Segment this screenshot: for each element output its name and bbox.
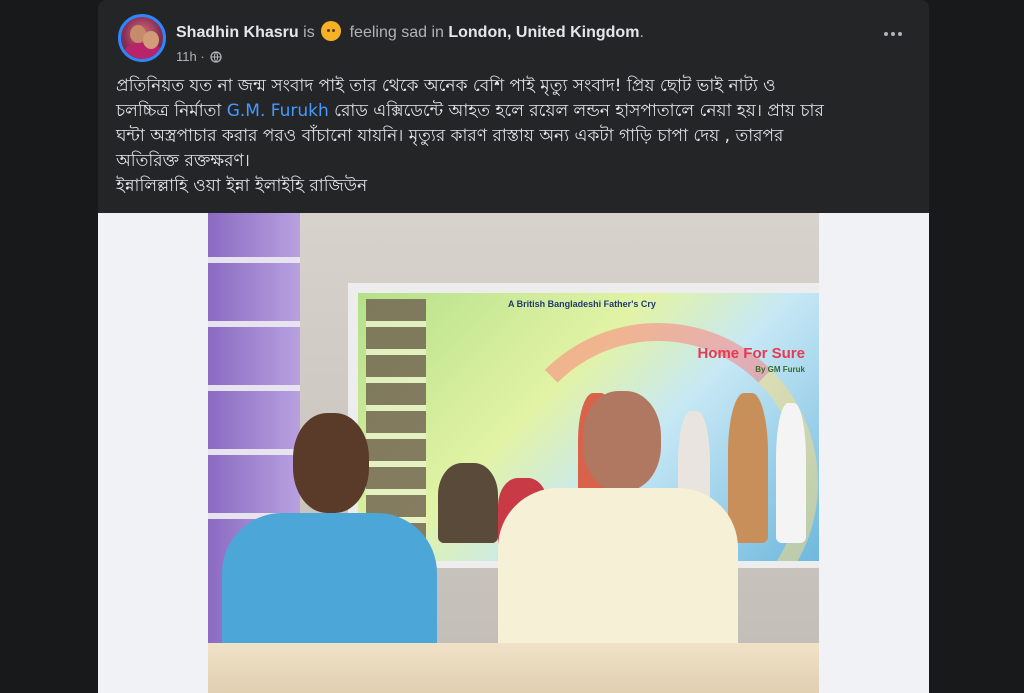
post-text-line: প্রতিনিয়ত যত না জন্ম সংবাদ পাই তার থেকে… <box>116 76 776 96</box>
screen-credit: By GM Furuk <box>755 365 805 374</box>
post-text-line: ঘন্টা অস্ত্রপাচার করার পরও বাঁচানো যায়ন… <box>116 126 784 146</box>
globe-icon[interactable] <box>210 51 222 63</box>
feeling-text: feeling sad <box>349 24 427 41</box>
more-options-button[interactable] <box>879 24 907 44</box>
post-text-segment: রোড এক্সিডেন্টে আহত হলে রয়েল লন্ডন হাসপ… <box>328 101 824 121</box>
post-text-line: চলচ্চিত্র নির্মাতা G.M. Furukh রোড এক্সি… <box>116 99 916 124</box>
wall-bar <box>208 449 300 455</box>
wall-bar <box>208 321 300 327</box>
poster-figure <box>776 403 806 543</box>
in-text: in <box>431 24 444 41</box>
mention-link[interactable]: G.M. Furukh <box>227 101 329 121</box>
post-body-text: প্রতিনিয়ত যত না জন্ম সংবাদ পাই তার থেকে… <box>116 74 916 199</box>
person-right-head <box>583 391 661 491</box>
person-left <box>222 513 437 653</box>
screen-cast-column <box>366 299 426 539</box>
post-meta: 11h · <box>176 49 222 65</box>
post-card: Shadhin Khasru is feeling sad in London,… <box>98 0 929 693</box>
header-period: . <box>639 24 644 41</box>
is-text: is <box>303 24 315 41</box>
post-text-line: ইন্নালিল্লাহি ওয়া ইন্না ইলাইহি রাজিউন <box>116 176 368 196</box>
post-text-line: অতিরিক্ত রক্তক্ষরণ। <box>116 151 250 171</box>
post-photo[interactable]: A British Bangladeshi Father's Cry Home … <box>208 213 819 693</box>
wall-bar <box>208 385 300 391</box>
post-timestamp[interactable]: 11h <box>176 49 197 64</box>
more-horizontal-icon <box>884 32 888 36</box>
post-header: Shadhin Khasru is feeling sad in London,… <box>98 0 929 68</box>
poster-figure <box>438 463 498 543</box>
sad-face-icon <box>321 21 342 41</box>
studio-desk <box>208 643 819 693</box>
poster-figure <box>728 393 768 543</box>
meta-separator: · <box>200 49 205 64</box>
author-avatar[interactable] <box>118 14 166 62</box>
avatar-face <box>143 31 159 49</box>
wall-bar <box>208 257 300 263</box>
person-left-head <box>293 413 369 513</box>
author-name[interactable]: Shadhin Khasru <box>176 24 299 41</box>
more-dot <box>898 32 902 36</box>
screen-title: Home For Sure <box>697 345 805 362</box>
location-link[interactable]: London, United Kingdom <box>448 24 639 41</box>
more-dot <box>891 32 895 36</box>
post-image-container[interactable]: A British Bangladeshi Father's Cry Home … <box>98 213 929 693</box>
post-text-segment: চলচ্চিত্র নির্মাতা <box>116 101 227 121</box>
post-header-line: Shadhin Khasru is feeling sad in London,… <box>176 21 644 43</box>
screen-banner: A British Bangladeshi Father's Cry <box>508 299 656 309</box>
person-right <box>498 488 738 658</box>
